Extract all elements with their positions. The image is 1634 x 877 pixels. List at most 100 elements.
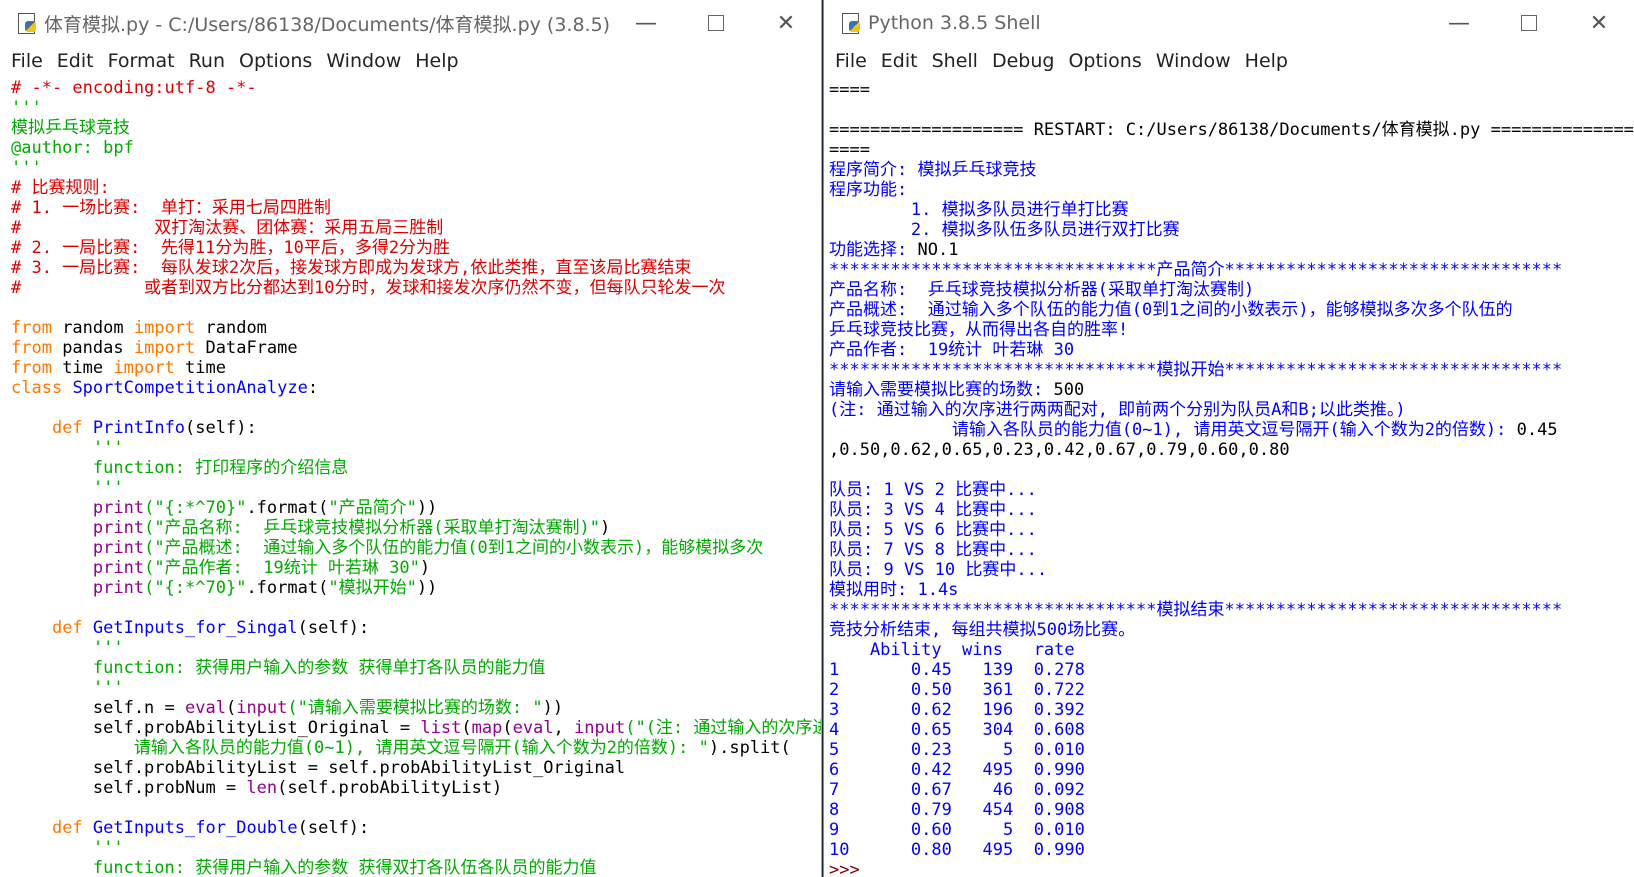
code-token: 10 0.80 495 0.990 — [829, 840, 1085, 860]
code-token: 队员: 7 VS 8 比赛中... — [829, 540, 1037, 560]
code-token: "模拟开始" — [328, 578, 417, 598]
code-token: 乒乓球竞技比赛，从而得出各自的胜率! — [829, 320, 1129, 340]
code-token: 产品名称: 乒乓球竞技模拟分析器(采取单打淘汰赛制) — [829, 280, 1255, 300]
menu-help[interactable]: Help — [408, 50, 465, 72]
code-line: # 双打淘汰赛、团体赛：采用五局三胜制 — [11, 218, 821, 238]
menu-file[interactable]: File — [828, 50, 874, 72]
menu-format[interactable]: Format — [101, 50, 182, 72]
shell-titlebar[interactable]: Python 3.8.5 Shell — ✕ — [824, 0, 1634, 46]
code-token: (self.probAbilityList) — [277, 778, 503, 798]
shell-line: 1 0.45 139 0.278 — [829, 660, 1634, 680]
code-token: (self): — [297, 818, 370, 838]
code-token: 2. 模拟多队伍多队员进行双打比赛 — [829, 220, 1180, 240]
shell-line: 乒乓球竞技比赛，从而得出各自的胜率! — [829, 320, 1634, 340]
code-token: # 2. 一局比赛: 先得11分为胜，10平后，多得2分为胜 — [11, 238, 451, 258]
close-button[interactable]: ✕ — [751, 0, 821, 46]
menu-edit[interactable]: Edit — [50, 50, 101, 72]
shell-line: 10 0.80 495 0.990 — [829, 840, 1634, 860]
shell-line: 队员: 5 VS 6 比赛中... — [829, 520, 1634, 540]
code-token: print — [92, 518, 145, 538]
code-token: def — [51, 618, 83, 638]
shell-line: 2. 模拟多队伍多队员进行双打比赛 — [829, 220, 1634, 240]
code-token: 竞技分析结束, 每组共模拟500场比赛。 — [829, 620, 1136, 640]
code-token: def — [51, 418, 83, 438]
code-token: ("产品作者: 19统计 叶若琳 30" — [144, 558, 420, 578]
shell-line: ==== — [829, 80, 1634, 100]
code-line: 模拟乒乓球竞技 — [11, 118, 821, 138]
code-token: print — [92, 498, 145, 518]
code-line: @author: bpf — [11, 138, 821, 158]
code-token: 队员: 3 VS 4 比赛中... — [829, 500, 1037, 520]
code-token: ("请输入需要模拟比赛的场数: " — [287, 698, 543, 718]
code-token: 请输入各队员的能力值(0~1), 请用英文逗号隔开(输入个数为2的倍数): — [829, 420, 1517, 440]
maximize-button[interactable] — [1494, 0, 1564, 46]
menu-window[interactable]: Window — [1149, 50, 1238, 72]
shell-line: 产品概述: 通过输入多个队伍的能力值(0到1之间的小数表示)，能够模拟多次多个队… — [829, 300, 1634, 320]
code-line: self.probAbilityList_Original = list(map… — [11, 718, 821, 738]
code-token: 3 0.62 196 0.392 — [829, 700, 1085, 720]
close-icon: ✕ — [776, 10, 796, 36]
code-token: # -*- encoding:utf-8 -*- — [11, 78, 257, 98]
shell-line: 队员: 9 VS 10 比赛中... — [829, 560, 1634, 580]
code-line: self.probAbilityList = self.probAbilityL… — [11, 758, 821, 778]
code-editor[interactable]: # -*- encoding:utf-8 -*- ''' 模拟乒乓球竞技 @autho… — [0, 78, 821, 877]
code-token: 程序功能: — [829, 180, 908, 200]
code-token: GetInputs_for_Double — [92, 818, 298, 838]
minimize-icon: — — [635, 10, 657, 36]
menu-help[interactable]: Help — [1238, 50, 1295, 72]
code-line: print("产品概述: 通过输入多个队伍的能力值(0到1之间的小数表示)，能够… — [11, 538, 821, 558]
code-token: SportCompetitionAnalyze — [72, 378, 308, 398]
code-token: ''' — [11, 438, 124, 458]
maximize-icon — [1521, 15, 1537, 31]
shell-output[interactable]: ==== =================== RESTART: C:/User… — [824, 80, 1634, 877]
menu-debug[interactable]: Debug — [985, 50, 1061, 72]
code-token: >>> — [829, 860, 870, 877]
minimize-button[interactable]: — — [611, 0, 681, 46]
menu-shell[interactable]: Shell — [925, 50, 985, 72]
shell-line: 3 0.62 196 0.392 — [829, 700, 1634, 720]
menu-edit[interactable]: Edit — [874, 50, 925, 72]
code-token: 队员: 9 VS 10 比赛中... — [829, 560, 1048, 580]
menu-file[interactable]: File — [4, 50, 50, 72]
shell-line: 请输入各队员的能力值(0~1), 请用英文逗号隔开(输入个数为2的倍数): 0.… — [829, 420, 1634, 440]
menu-run[interactable]: Run — [182, 50, 232, 72]
code-token: (self): — [185, 418, 257, 438]
code-token: map — [471, 718, 503, 738]
code-token: print — [92, 558, 145, 578]
code-line: from random import random — [11, 318, 821, 338]
editor-titlebar[interactable]: 体育模拟.py - C:/Users/86138/Documents/体育模拟.… — [0, 0, 821, 46]
code-token: ) — [419, 558, 431, 578]
menu-window[interactable]: Window — [319, 50, 408, 72]
code-line: self.n = eval(input("请输入需要模拟比赛的场数: ")) — [11, 698, 821, 718]
code-token: 模拟乒乓球竞技 — [11, 118, 130, 138]
close-icon: ✕ — [1589, 10, 1609, 36]
close-button[interactable]: ✕ — [1564, 0, 1634, 46]
code-line: # 1. 一场比赛: 单打：采用七局四胜制 — [11, 198, 821, 218]
code-token: PrintInfo — [92, 418, 186, 438]
code-token: function: 获得用户输入的参数 获得双打各队伍各队员的能力值 — [11, 858, 597, 877]
code-token: from — [11, 318, 52, 338]
code-token: ''' — [11, 838, 124, 858]
code-token: : — [307, 378, 319, 398]
code-token: DataFrame — [195, 338, 298, 358]
code-token: import — [133, 338, 196, 358]
menu-options[interactable]: Options — [232, 50, 319, 72]
code-token: import — [133, 318, 196, 338]
code-token: 4 0.65 304 0.608 — [829, 720, 1085, 740]
editor-window: 体育模拟.py - C:/Users/86138/Documents/体育模拟.… — [0, 0, 822, 877]
code-line: # 比赛规则: — [11, 178, 821, 198]
shell-line: ********************************模拟开始****… — [829, 360, 1634, 380]
maximize-button[interactable] — [681, 0, 751, 46]
shell-line: 6 0.42 495 0.990 — [829, 760, 1634, 780]
code-line: ''' — [11, 438, 821, 458]
code-token: ''' — [11, 98, 42, 118]
code-line: def GetInputs_for_Double(self): — [11, 818, 821, 838]
code-line: def PrintInfo(self): — [11, 418, 821, 438]
minimize-button[interactable]: — — [1424, 0, 1494, 46]
shell-line: 产品作者: 19统计 叶若琳 30 — [829, 340, 1634, 360]
menu-options[interactable]: Options — [1061, 50, 1148, 72]
shell-line: 请输入需要模拟比赛的场数: 500 — [829, 380, 1634, 400]
